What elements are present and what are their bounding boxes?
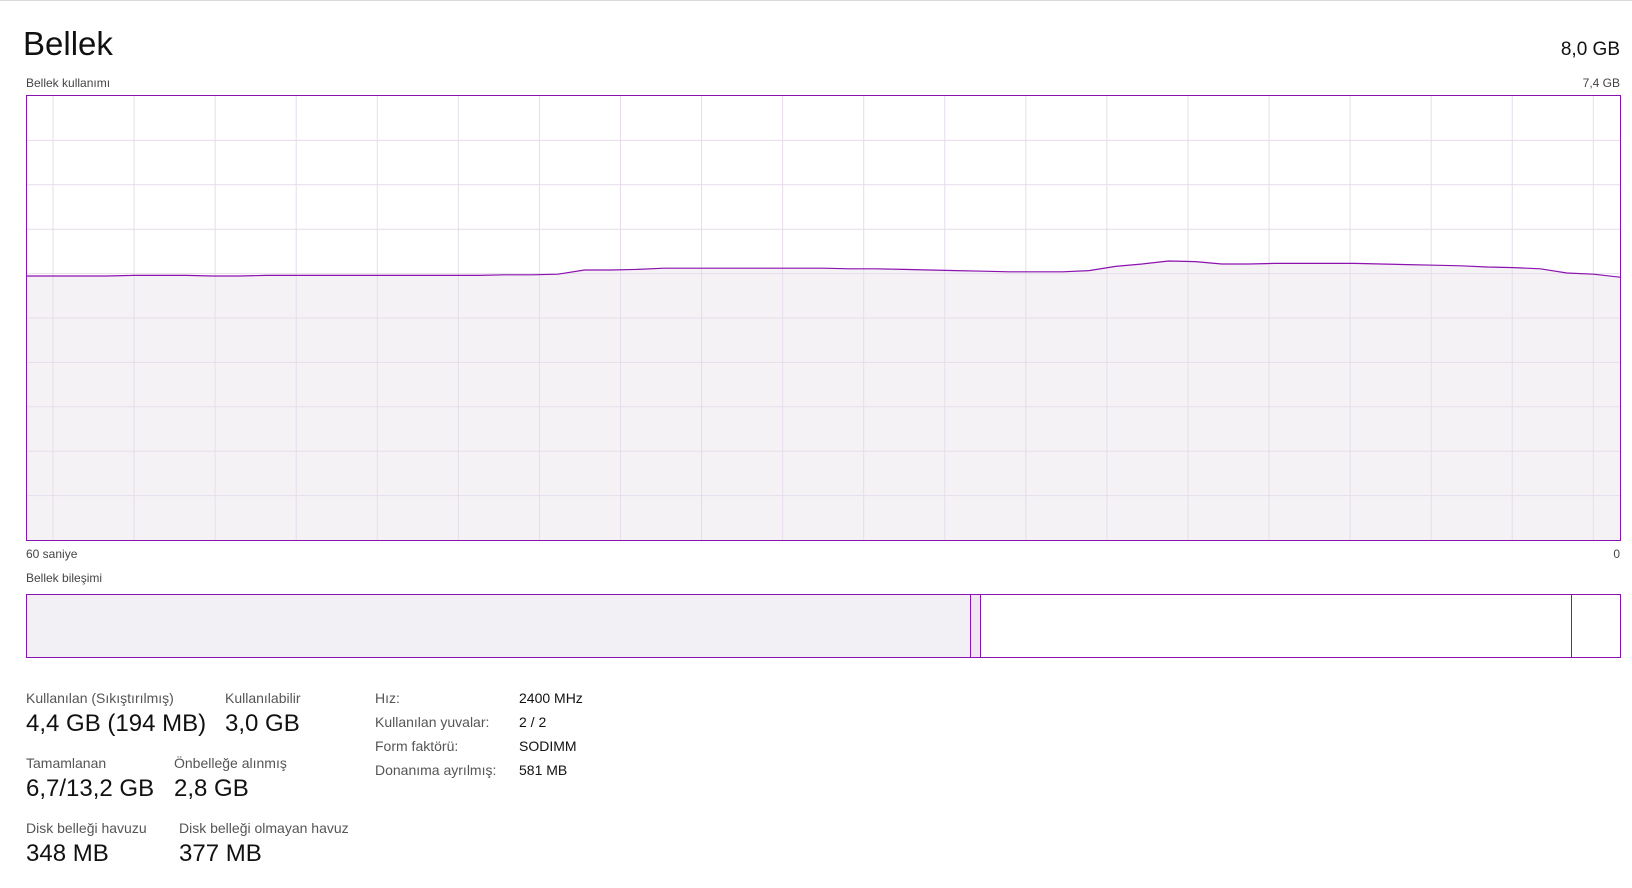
nonpaged-pool-value: 377 MB <box>179 840 262 867</box>
graph-label: Bellek kullanımı <box>26 76 111 90</box>
composition-label: Bellek bileşimi <box>26 571 103 585</box>
committed-label: Tamamlanan <box>26 755 107 771</box>
committed-value: 6,7/13,2 GB <box>26 775 155 802</box>
memory-usage-graph <box>26 95 1621 541</box>
form-factor-value: SODIMM <box>519 738 577 754</box>
page-title: Bellek <box>23 25 113 62</box>
available-label: Kullanılabilir <box>225 690 301 706</box>
slots-used-value: 2 / 2 <box>519 714 547 730</box>
in-use-value: 4,4 GB (194 MB) <box>26 710 207 737</box>
composition-segment-standby[interactable] <box>979 595 1571 657</box>
hardware-reserved-value: 581 MB <box>519 762 568 778</box>
composition-segment-in-use[interactable] <box>27 595 971 657</box>
total-capacity: 8,0 GB <box>1560 39 1620 60</box>
usage-area-fill <box>27 261 1620 540</box>
hardware-reserved-label: Donanıma ayrılmış: <box>375 762 497 778</box>
available-value: 3,0 GB <box>225 710 300 737</box>
graph-time-left-label: 60 saniye <box>26 547 78 561</box>
paged-pool-label: Disk belleği havuzu <box>26 820 147 836</box>
cached-value: 2,8 GB <box>174 775 249 802</box>
nonpaged-pool-label: Disk belleği olmayan havuz <box>179 820 349 836</box>
composition-segment-modified[interactable] <box>970 595 980 657</box>
speed-value: 2400 MHz <box>519 690 583 706</box>
form-factor-label: Form faktörü: <box>375 738 459 754</box>
top-border <box>0 0 1632 1</box>
paged-pool-value: 348 MB <box>26 840 109 867</box>
speed-label: Hız: <box>375 690 400 706</box>
composition-segment-free[interactable] <box>1570 595 1620 657</box>
in-use-label: Kullanılan (Sıkıştırılmış) <box>26 690 174 706</box>
graph-max-label: 7,4 GB <box>1582 76 1620 90</box>
memory-composition-bar <box>26 594 1621 658</box>
graph-time-right-label: 0 <box>1613 547 1620 561</box>
memory-usage-chart <box>27 96 1620 540</box>
slots-used-label: Kullanılan yuvalar: <box>375 714 490 730</box>
cached-label: Önbelleğe alınmış <box>174 755 287 771</box>
